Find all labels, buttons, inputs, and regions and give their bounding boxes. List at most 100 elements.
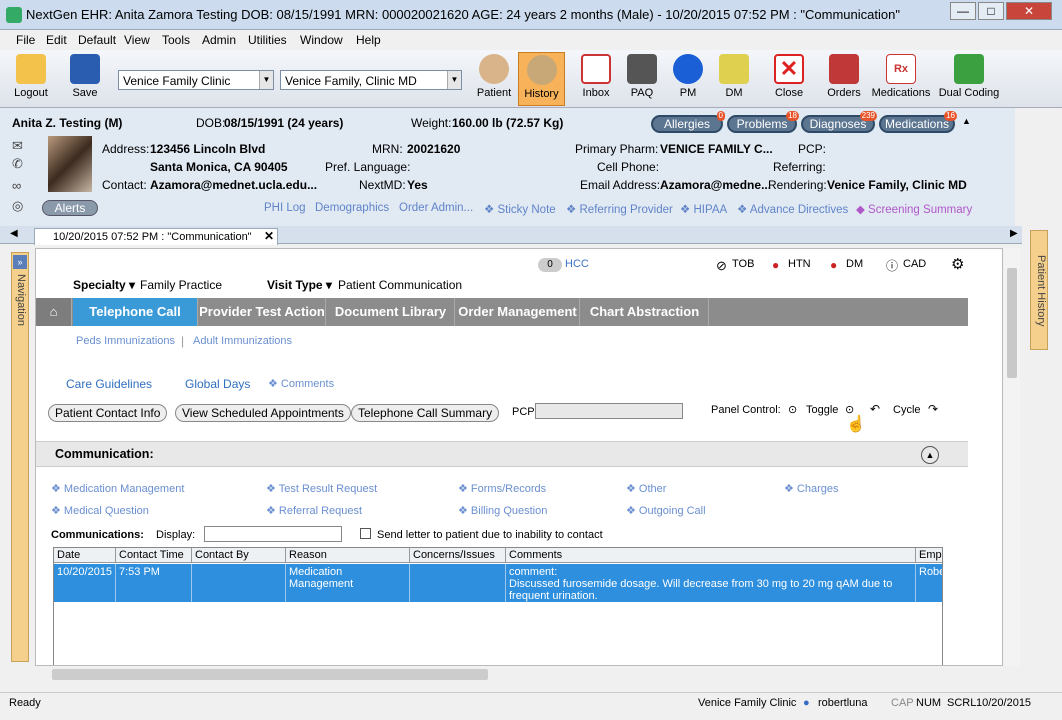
compass-icon[interactable]: ◎ <box>12 198 23 214</box>
patient-button[interactable]: Patient <box>472 52 516 106</box>
provider-select[interactable]: Venice Family, Clinic MD ▼ <box>280 70 462 90</box>
toggle-button[interactable]: Toggle <box>806 404 838 416</box>
menu-default[interactable]: Default <box>78 33 116 47</box>
inbox-button[interactable]: Inbox <box>574 52 618 106</box>
test-result-request-link[interactable]: ❖ Test Result Request <box>266 482 377 495</box>
view-scheduled-appointments-button[interactable]: View Scheduled Appointments <box>175 404 351 422</box>
cycle-button[interactable]: Cycle <box>893 404 921 416</box>
tab-document-library[interactable]: Document Library <box>327 298 455 326</box>
scroll-thumb[interactable] <box>1007 268 1017 378</box>
allergies-button[interactable]: Allergies 0 <box>651 111 725 133</box>
mail-icon[interactable]: ✉ <box>12 138 23 154</box>
column-header-concerns[interactable]: Concerns/Issues <box>410 548 506 563</box>
menu-window[interactable]: Window <box>300 33 343 47</box>
referral-request-link[interactable]: ❖ Referral Request <box>266 504 362 517</box>
scroll-thumb[interactable] <box>52 669 488 680</box>
tab-scroll-right-icon[interactable]: ▶ <box>1010 228 1018 239</box>
comments-link[interactable]: ❖ Comments <box>268 377 334 390</box>
column-header-reason[interactable]: Reason <box>286 548 410 563</box>
medications-button[interactable]: Rx Medications <box>870 52 932 106</box>
navigation-panel[interactable]: » Navigation <box>11 252 29 662</box>
telephone-call-summary-button[interactable]: Telephone Call Summary <box>351 404 500 422</box>
patient-contact-info-button[interactable]: Patient Contact Info <box>48 404 168 422</box>
tab-telephone-call[interactable]: Telephone Call <box>73 298 198 326</box>
global-days-tab[interactable]: Global Days <box>185 377 250 391</box>
dm-button[interactable]: DM <box>712 52 756 106</box>
send-letter-checkbox[interactable] <box>360 528 371 539</box>
medications-pill-button[interactable]: Medications 16 <box>879 111 957 133</box>
phi-log-link[interactable]: PHI Log <box>264 202 306 214</box>
display-input[interactable] <box>204 526 342 542</box>
specialty-label[interactable]: Specialty ▾ <box>73 278 135 292</box>
main-vertical-scrollbar[interactable] <box>1004 248 1020 666</box>
menu-file[interactable]: File <box>16 33 35 47</box>
sticky-note-link[interactable]: ❖ Sticky Note <box>484 202 556 216</box>
patient-history-panel[interactable]: Patient History <box>1030 230 1048 350</box>
undo-icon[interactable]: ↶ <box>870 402 880 416</box>
care-guidelines-tab[interactable]: Care Guidelines <box>66 377 152 391</box>
charges-link[interactable]: ❖ Charges <box>784 482 839 495</box>
menu-tools[interactable]: Tools <box>162 33 190 47</box>
column-header-employee[interactable]: Emplo <box>916 548 942 563</box>
menu-view[interactable]: View <box>124 33 150 47</box>
advance-directives-link[interactable]: ❖ Advance Directives <box>737 202 848 216</box>
location-select[interactable]: Venice Family Clinic ▼ <box>118 70 274 90</box>
order-admin-link[interactable]: Order Admin... <box>399 202 473 214</box>
diagnoses-button[interactable]: Diagnoses 239 <box>801 111 877 133</box>
minimize-button[interactable]: — <box>950 2 976 20</box>
outgoing-call-link[interactable]: ❖ Outgoing Call <box>626 504 706 517</box>
demographics-link[interactable]: Demographics <box>315 202 389 214</box>
forms-records-link[interactable]: ❖ Forms/Records <box>458 482 546 495</box>
phone-icon[interactable]: ✆ <box>12 156 23 172</box>
hcc-link[interactable]: HCC <box>565 258 589 270</box>
column-header-date[interactable]: Date <box>54 548 116 563</box>
expand-icon[interactable]: » <box>13 255 27 269</box>
medication-management-link[interactable]: ❖ Medication Management <box>51 482 184 495</box>
gear-icon[interactable]: ⚙ <box>951 255 964 273</box>
collapse-section-icon[interactable]: ▲ <box>921 446 939 464</box>
alerts-button[interactable]: Alerts <box>42 200 98 216</box>
cad-link[interactable]: CAD <box>903 258 926 270</box>
menu-help[interactable]: Help <box>356 33 381 47</box>
collapse-up-icon[interactable]: ▲ <box>962 116 971 126</box>
home-icon[interactable]: ⌂ <box>36 298 72 326</box>
pcp-field[interactable] <box>535 403 683 419</box>
maximize-button[interactable]: □ <box>978 2 1004 20</box>
tab-provider-test-action[interactable]: Provider Test Action <box>199 298 326 326</box>
visit-type-label[interactable]: Visit Type ▾ <box>267 278 332 292</box>
save-button[interactable]: Save <box>62 52 108 106</box>
pm-button[interactable]: PM <box>666 52 710 106</box>
dm-link[interactable]: DM <box>846 258 863 270</box>
dual-coding-button[interactable]: Dual Coding <box>938 52 1000 106</box>
billing-question-link[interactable]: ❖ Billing Question <box>458 504 547 517</box>
hipaa-link[interactable]: ❖ HIPAA <box>680 202 727 216</box>
referring-provider-link[interactable]: ❖ Referring Provider <box>566 202 673 216</box>
tab-chart-abstraction[interactable]: Chart Abstraction <box>581 298 709 326</box>
link-icon[interactable]: ∞ <box>12 178 21 193</box>
screening-summary-link[interactable]: ◆ Screening Summary <box>856 202 972 216</box>
close-window-button[interactable]: ✕ <box>1006 2 1052 20</box>
tab-order-management[interactable]: Order Management <box>456 298 580 326</box>
adult-immunizations-link[interactable]: Adult Immunizations <box>193 335 292 347</box>
peds-immunizations-link[interactable]: Peds Immunizations <box>76 335 175 347</box>
problems-button[interactable]: Problems 18 <box>727 111 799 133</box>
close-chart-button[interactable]: ✕ Close <box>766 52 812 106</box>
medical-question-link[interactable]: ❖ Medical Question <box>51 504 149 517</box>
orders-button[interactable]: Orders <box>822 52 866 106</box>
paq-button[interactable]: PAQ <box>620 52 664 106</box>
other-link[interactable]: ❖ Other <box>626 482 666 495</box>
close-tab-icon[interactable]: ✕ <box>264 229 274 243</box>
htn-link[interactable]: HTN <box>788 258 811 270</box>
column-header-comments[interactable]: Comments <box>506 548 916 563</box>
main-horizontal-scrollbar[interactable] <box>36 666 1002 683</box>
history-button[interactable]: History <box>518 52 565 106</box>
menu-edit[interactable]: Edit <box>46 33 67 47</box>
tab-scroll-left-icon[interactable]: ◀ <box>10 228 18 239</box>
tab-encounter[interactable]: 10/20/2015 07:52 PM : "Communication" <box>34 228 278 245</box>
menu-utilities[interactable]: Utilities <box>248 33 287 47</box>
column-header-contact-time[interactable]: Contact Time <box>116 548 192 563</box>
column-header-contact-by[interactable]: Contact By <box>192 548 286 563</box>
redo-icon[interactable]: ↷ <box>928 402 938 416</box>
menu-admin[interactable]: Admin <box>202 33 236 47</box>
tob-link[interactable]: TOB <box>732 258 754 270</box>
